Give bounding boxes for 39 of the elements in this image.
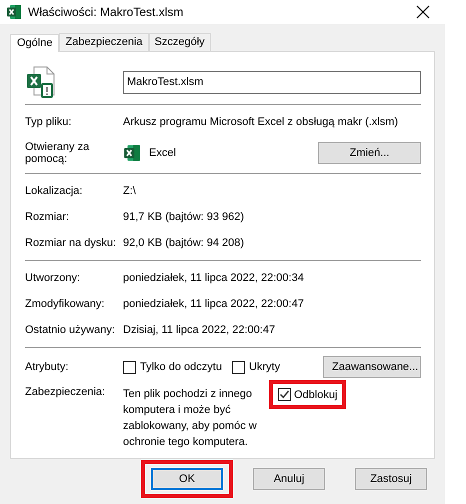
checkbox[interactable] [123,360,136,374]
field-value: poniedziałek, 11 lipca 2022, 22:00:34 [123,272,305,284]
field-label: Rozmiar: [25,211,70,223]
field-value: Z:\ [123,185,137,197]
tab[interactable]: Szczegóły [148,33,211,51]
field-label: Atrybuty: [25,361,70,373]
checkbox[interactable] [278,388,291,401]
file-name-field[interactable]: MakroTest.xlsm [123,70,421,94]
field-value: Excel [149,147,176,159]
checkbox-label[interactable]: Odblokuj [294,388,338,400]
excel-icon [123,144,141,162]
field-label: Lokalizacja: [25,185,84,197]
field-value: 91,7 KB (bajtów: 93 962) [123,211,246,223]
field-value: Arkusz programu Microsoft Excel z obsługą makr (.xlsm) [123,116,400,128]
field-label: Typ pliku: [25,116,72,128]
field-label: Ostatnio używany: [25,324,116,336]
change-button[interactable]: Zmień... [318,142,421,164]
checkbox-label[interactable]: Tylko do odczytu [140,361,222,373]
dialog-button[interactable]: OK [151,468,223,490]
field-label: Zmodyfikowany: [25,298,106,310]
excel-file-icon [6,4,22,20]
field-label: Utworzony: [25,272,82,284]
field-value: Dzisiaj, 11 lipca 2022, 22:00:47 [123,324,276,336]
checkbox-label[interactable]: Ukryty [248,361,280,373]
dialog-button[interactable]: Zastosuj [355,468,427,490]
close-icon[interactable] [415,4,431,20]
security-warning-text: Ten plik pochodzi z innego komputera i może być zablokowany, aby pomóc w ochronie tego komputera. [123,387,258,450]
field-label: Otwierany za pomocą: [25,141,90,165]
tab[interactable]: Zabezpieczenia [59,33,149,51]
field-value: poniedziałek, 11 lipca 2022, 22:00:47 [123,298,305,310]
field-label: Zabezpieczenia: [25,386,106,398]
dialog-button[interactable]: Anuluj [253,468,325,490]
advanced-button[interactable]: Zaawansowane... [323,356,421,378]
tab[interactable]: Ogólne [10,34,60,52]
field-value: 92,0 KB (bajtów: 94 208) [123,237,246,249]
checkbox[interactable] [232,360,245,374]
field-label: Rozmiar na dysku: [25,237,118,249]
window-title: Właściwości: MakroTest.xlsm [28,5,184,19]
excel-file-warning-icon [25,66,57,98]
